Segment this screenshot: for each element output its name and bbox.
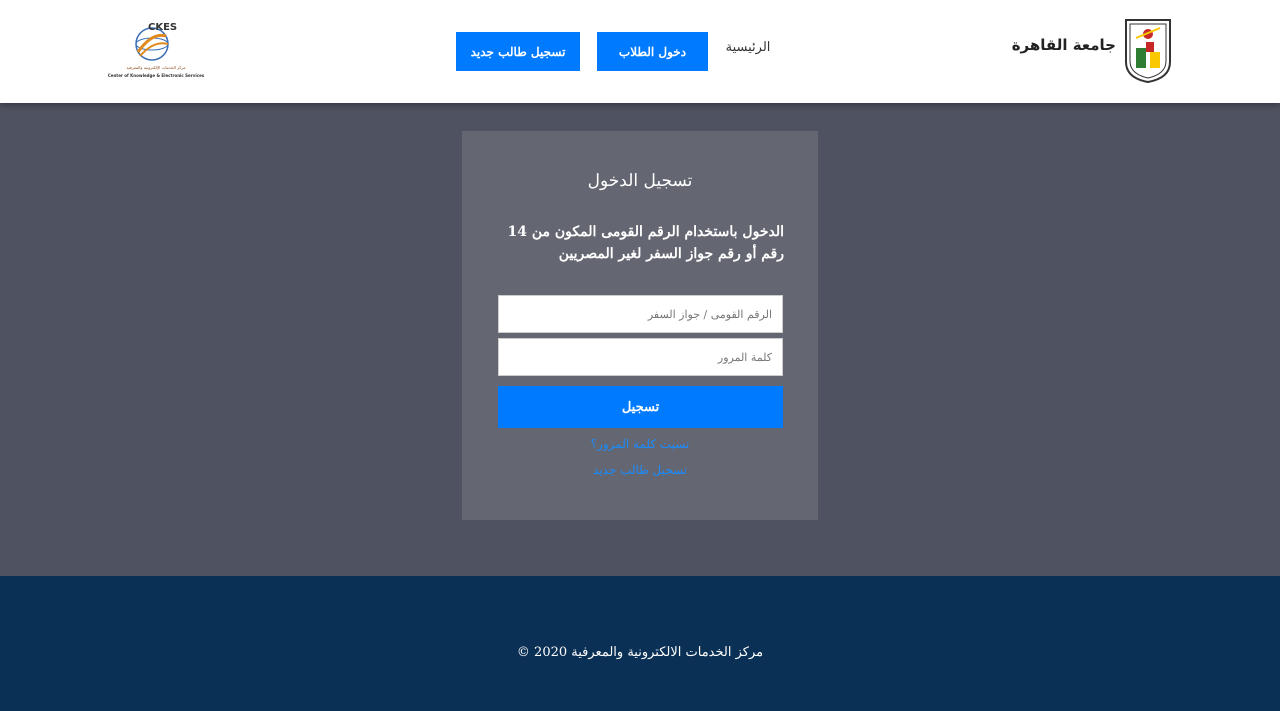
site-header: CKES مركز الخدمات الإلكترونية والمعرفية … <box>0 0 1280 103</box>
ckes-acronym: CKES <box>148 22 177 33</box>
national-id-input[interactable] <box>498 295 783 333</box>
ckes-arabic-name: مركز الخدمات الإلكترونية والمعرفية <box>126 65 186 70</box>
footer-copyright: مركز الخدمات الالكترونية والمعرفية 2020 … <box>516 645 764 660</box>
register-new-student-link[interactable]: تسجيل طالب جديد <box>462 463 818 477</box>
student-login-button[interactable]: دخول الطلاب <box>597 32 708 71</box>
ckes-globe-icon: CKES <box>135 22 177 61</box>
password-input[interactable] <box>498 338 783 376</box>
university-name: جامعة القاهرة <box>1011 36 1116 54</box>
ckes-logo[interactable]: CKES مركز الخدمات الإلكترونية والمعرفية … <box>104 18 208 84</box>
login-description: الدخول باستخدام الرقم القومى المكون من 1… <box>507 224 784 262</box>
university-crest-icon <box>1125 19 1171 84</box>
site-footer: مركز الخدمات الالكترونية والمعرفية 2020 … <box>0 576 1280 711</box>
forgot-password-link[interactable]: نسيت كلمة المرور؟ <box>462 437 818 451</box>
register-new-student-button[interactable]: تسجيل طالب جديد <box>456 32 580 71</box>
login-card: تسجيل الدخول الدخول باستخدام الرقم القوم… <box>462 131 818 520</box>
login-title: تسجيل الدخول <box>587 171 693 191</box>
home-link[interactable]: الرئيسية <box>718 40 778 55</box>
ckes-english-name: Center of Knowledge & Electronic Service… <box>107 73 205 78</box>
login-submit-button[interactable]: تسجيل <box>498 386 783 428</box>
